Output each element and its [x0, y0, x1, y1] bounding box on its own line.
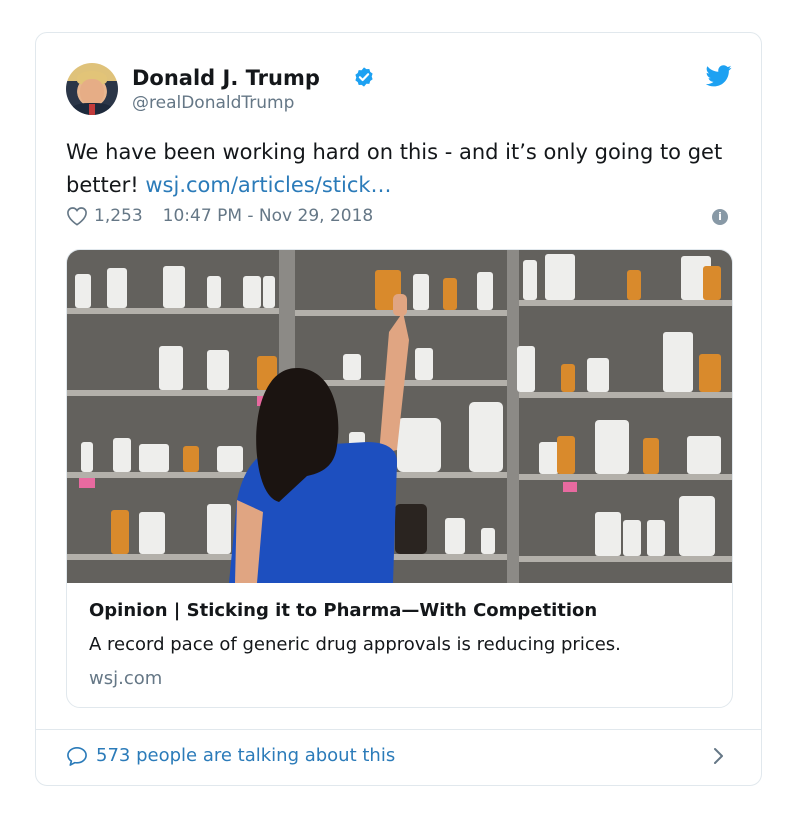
- avatar-tie: [89, 104, 95, 115]
- tweet-meta: 1,253 10:47 PM - Nov 29, 2018: [66, 205, 373, 227]
- article-description: A record pace of generic drug approvals …: [89, 634, 621, 655]
- author-name[interactable]: Donald J. Trump: [132, 66, 320, 90]
- article-link[interactable]: wsj.com/articles/stick…: [145, 173, 391, 197]
- article-link-card[interactable]: Opinion | Sticking it to Pharma—With Com…: [66, 249, 733, 708]
- avatar-face: [80, 79, 104, 105]
- like-count[interactable]: 1,253: [94, 206, 143, 226]
- footer-divider: [36, 729, 761, 730]
- tweet-text: We have been working hard on this - and …: [66, 136, 736, 202]
- heart-icon[interactable]: [66, 206, 88, 226]
- speech-bubble-icon: [67, 746, 87, 766]
- tweet-timestamp[interactable]: 10:47 PM - Nov 29, 2018: [163, 206, 374, 226]
- article-domain: wsj.com: [89, 668, 163, 689]
- chevron-right-icon[interactable]: [712, 745, 726, 767]
- author-handle[interactable]: @realDonaldTrump: [132, 93, 294, 113]
- talking-count-text[interactable]: 573 people are talking about this: [96, 745, 395, 766]
- author-avatar[interactable]: [66, 63, 118, 115]
- article-title[interactable]: Opinion | Sticking it to Pharma—With Com…: [89, 600, 597, 621]
- verified-badge-icon: [355, 67, 373, 87]
- twitter-bird-icon[interactable]: [706, 65, 732, 87]
- embedded-tweet-card: Donald J. Trump @realDonaldTrump We have…: [35, 32, 762, 786]
- pharmacy-shelves-image: [67, 250, 732, 583]
- talking-about-link[interactable]: 573 people are talking about this: [66, 745, 395, 766]
- info-icon[interactable]: i: [712, 209, 728, 225]
